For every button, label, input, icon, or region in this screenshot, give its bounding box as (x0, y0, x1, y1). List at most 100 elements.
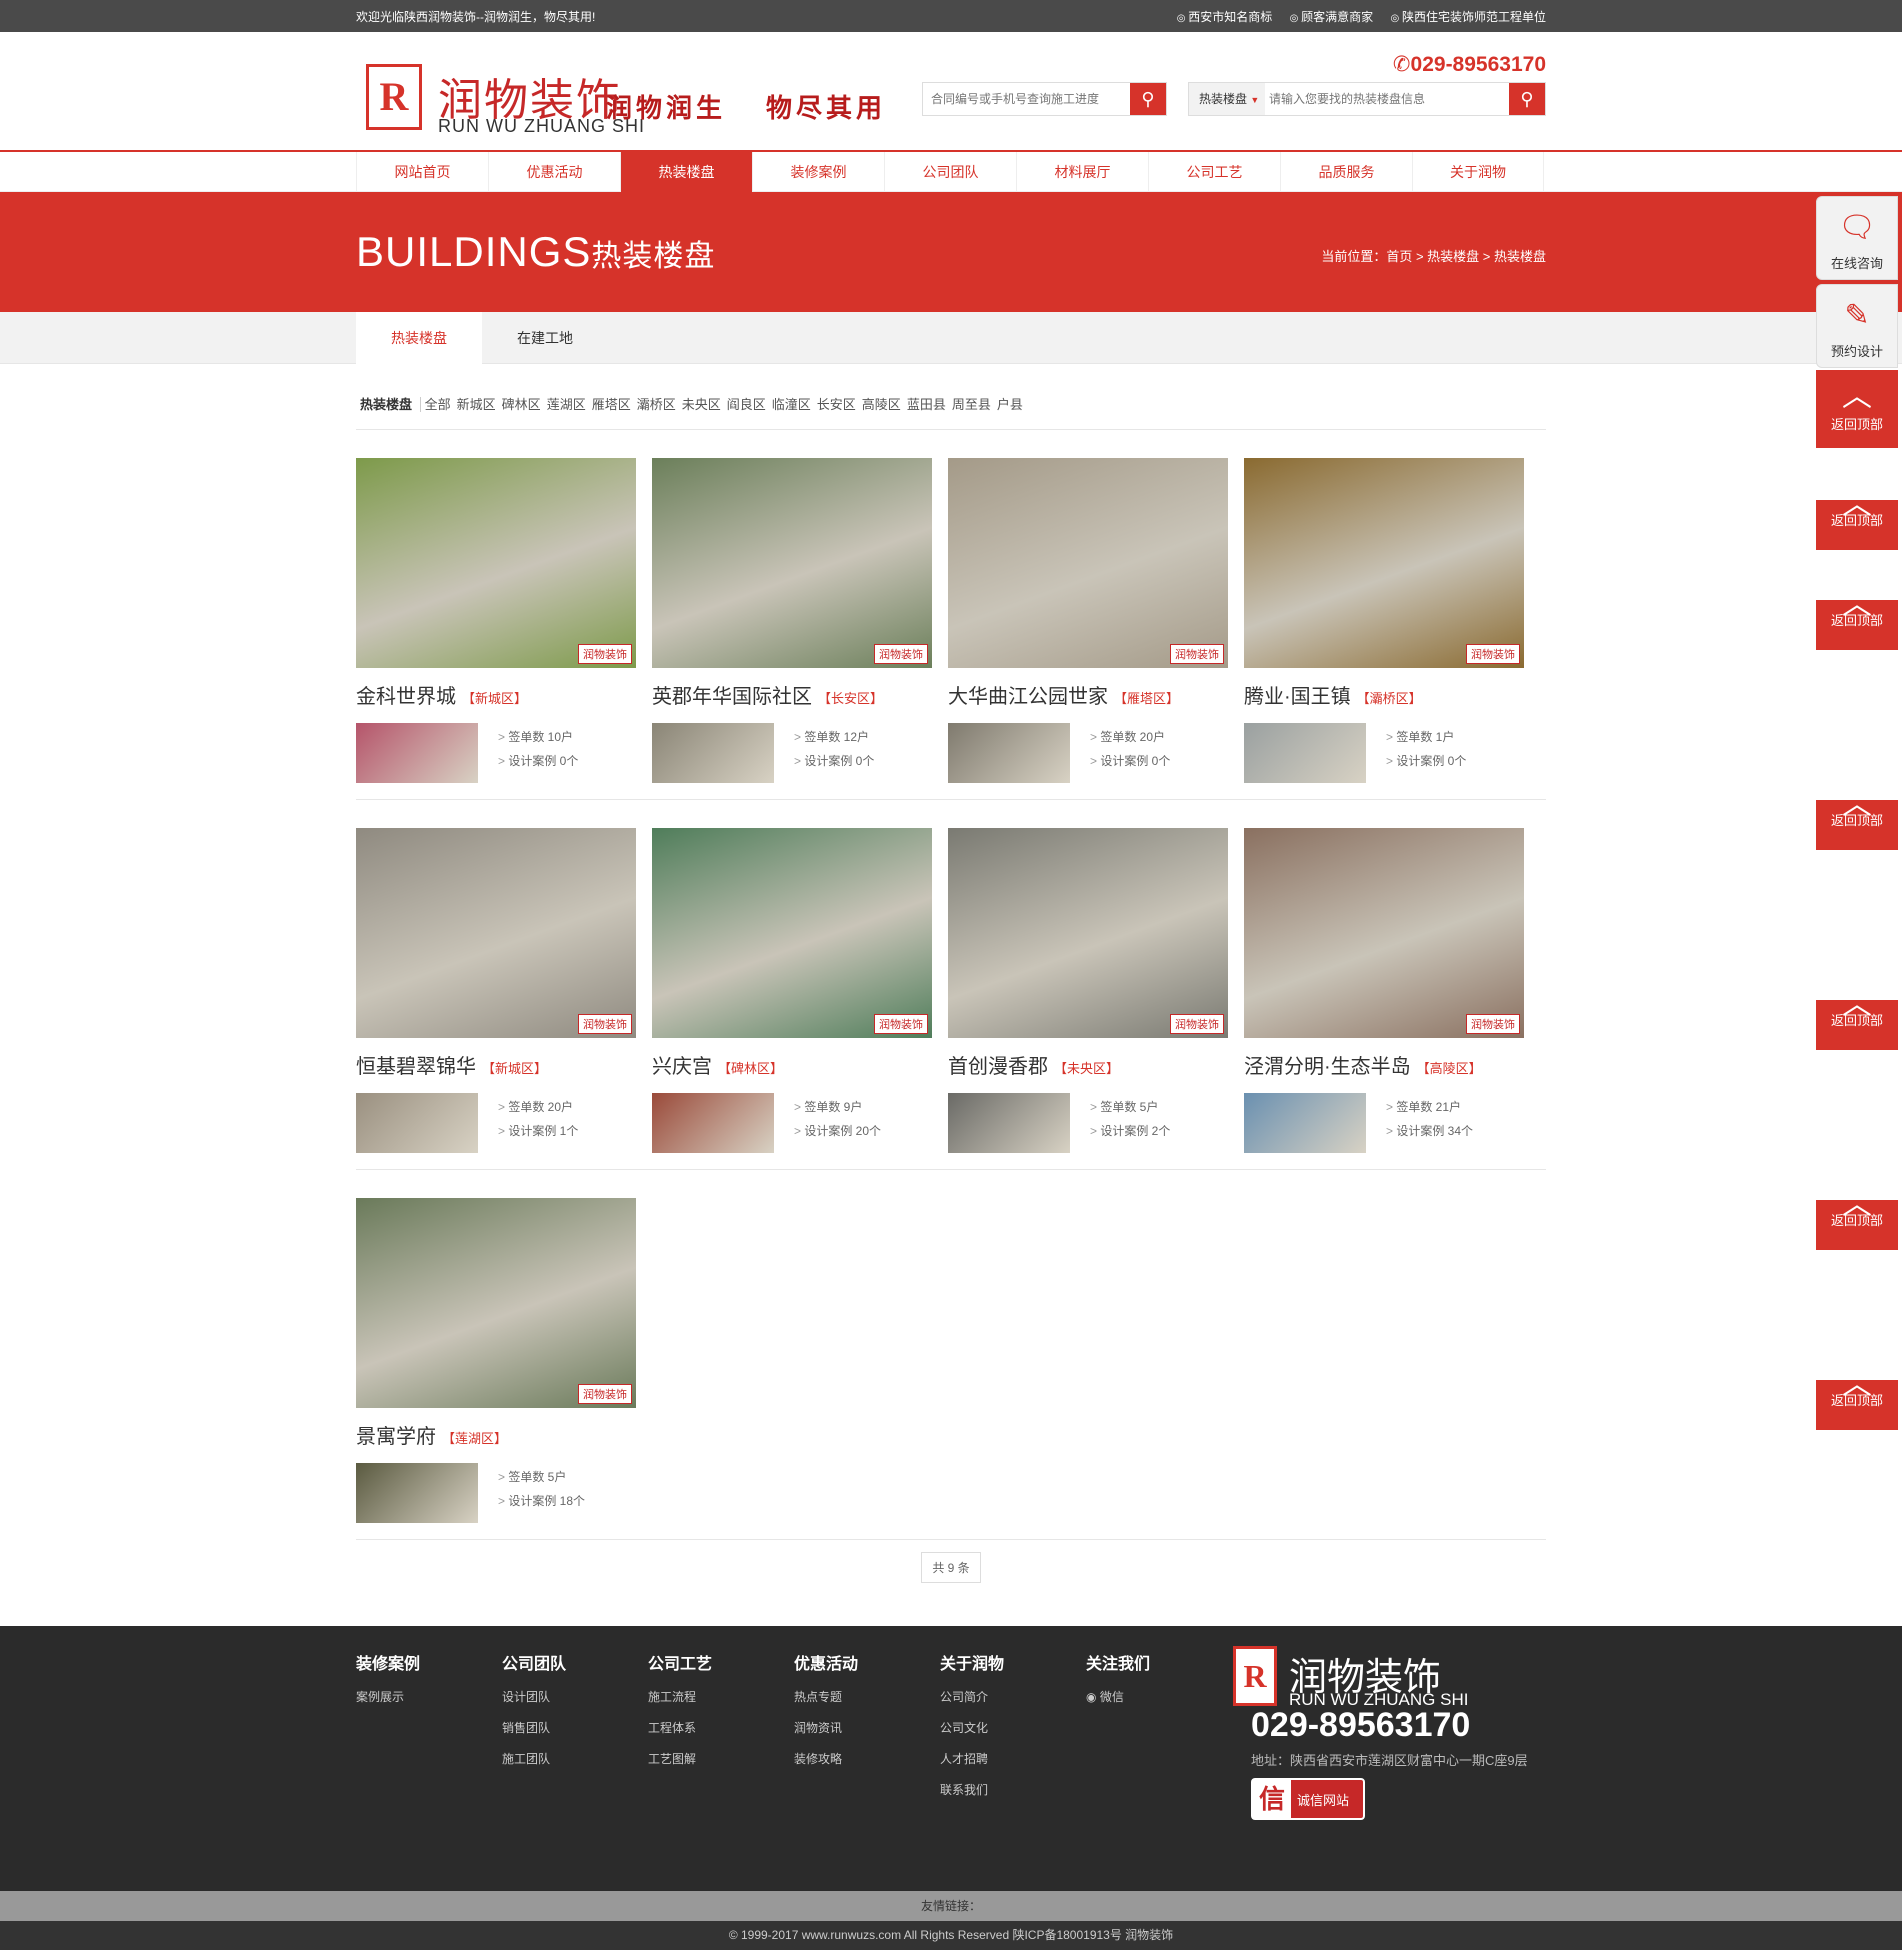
district-filter-item[interactable]: 新城区 (457, 397, 496, 412)
building-photo[interactable]: 润物装饰 (948, 458, 1228, 668)
district-filter-item[interactable]: 阎良区 (727, 397, 766, 412)
online-consult-button[interactable]: 🗨 在线咨询 (1816, 196, 1898, 280)
building-card[interactable]: 润物装饰恒基碧翠锦华【新城区】签单数 20户设计案例 1个 (356, 828, 636, 1153)
site-logo[interactable]: R 润物装饰 RUN WU ZHUANG SHI 润物润生 物尽其用 (356, 54, 896, 142)
building-card[interactable]: 润物装饰首创漫香郡【未央区】签单数 5户设计案例 2个 (948, 828, 1228, 1153)
case-count[interactable]: 设计案例 1个 (498, 1119, 578, 1143)
building-title[interactable]: 兴庆宫 (652, 1056, 712, 1078)
building-name[interactable]: 恒基碧翠锦华 【新城区】 (356, 1050, 636, 1079)
nav-item[interactable]: 优惠活动 (488, 152, 620, 192)
footer-link[interactable]: 销售团队 (502, 1719, 566, 1736)
building-title[interactable]: 景寓学府 (356, 1426, 436, 1448)
footer-link-label[interactable]: 工艺图解 (648, 1752, 696, 1766)
building-thumb[interactable] (1244, 723, 1366, 783)
footer-link[interactable]: 工艺图解 (648, 1750, 712, 1767)
district-filter-item[interactable]: 蓝田县 (907, 397, 946, 412)
footer-link-label[interactable]: 设计团队 (502, 1690, 550, 1704)
building-photo[interactable]: 润物装饰 (948, 828, 1228, 1038)
footer-link-label[interactable]: 热点专题 (794, 1690, 842, 1704)
footer-link[interactable]: 润物资讯 (794, 1719, 858, 1736)
building-card[interactable]: 润物装饰大华曲江公园世家【雁塔区】签单数 20户设计案例 0个 (948, 458, 1228, 783)
nav-item[interactable]: 材料展厅 (1016, 152, 1148, 192)
building-card[interactable]: 润物装饰金科世界城【新城区】签单数 10户设计案例 0个 (356, 458, 636, 783)
search-category-select[interactable]: 热装楼盘 ▼ (1189, 83, 1265, 115)
case-count[interactable]: 设计案例 0个 (1090, 749, 1170, 773)
building-name[interactable]: 首创漫香郡 【未央区】 (948, 1050, 1228, 1079)
building-card[interactable]: 润物装饰英郡年华国际社区【长安区】签单数 12户设计案例 0个 (652, 458, 932, 783)
building-card[interactable]: 润物装饰兴庆宫【碑林区】签单数 9户设计案例 20个 (652, 828, 932, 1153)
case-count[interactable]: 设计案例 20个 (794, 1119, 881, 1143)
building-thumb[interactable] (1244, 1093, 1366, 1153)
district-filter-item[interactable]: 周至县 (952, 397, 991, 412)
building-name[interactable]: 景寓学府 【莲湖区】 (356, 1420, 636, 1449)
footer-link[interactable]: 公司文化 (940, 1719, 1004, 1736)
progress-search-input[interactable] (923, 83, 1130, 115)
footer-link[interactable]: 热点专题 (794, 1688, 858, 1705)
nav-item[interactable]: 热装楼盘 (620, 152, 752, 192)
building-name[interactable]: 金科世界城 【新城区】 (356, 680, 636, 709)
building-card[interactable]: 润物装饰泾渭分明·生态半岛【高陵区】签单数 21户设计案例 34个 (1244, 828, 1524, 1153)
building-title[interactable]: 金科世界城 (356, 686, 456, 708)
footer-link[interactable]: 工程体系 (648, 1719, 712, 1736)
nav-item[interactable]: 网站首页 (356, 152, 488, 192)
tab-construction-sites[interactable]: 在建工地 (482, 312, 608, 364)
building-title[interactable]: 大华曲江公园世家 (948, 686, 1108, 708)
district-filter-item[interactable]: 莲湖区 (547, 397, 586, 412)
district-filter-item[interactable]: 碑林区 (502, 397, 541, 412)
trust-badge[interactable]: 信诚信网站 (1251, 1778, 1365, 1820)
building-photo[interactable]: 润物装饰 (356, 458, 636, 668)
breadcrumb[interactable]: 当前位置：首页 > 热装楼盘 > 热装楼盘 (1321, 246, 1546, 265)
back-to-top-button[interactable]: ︿ 返回顶部 (1816, 790, 1898, 850)
nav-item[interactable]: 品质服务 (1280, 152, 1412, 192)
building-thumb[interactable] (356, 1463, 478, 1523)
building-thumb[interactable] (356, 1093, 478, 1153)
footer-link-label[interactable]: 施工团队 (502, 1752, 550, 1766)
building-photo[interactable]: 润物装饰 (1244, 458, 1524, 668)
building-card[interactable]: 润物装饰腾业·国王镇【灞桥区】签单数 1户设计案例 0个 (1244, 458, 1524, 783)
footer-link[interactable]: 装修攻略 (794, 1750, 858, 1767)
building-title[interactable]: 恒基碧翠锦华 (356, 1056, 476, 1078)
footer-link-label[interactable]: 人才招聘 (940, 1752, 988, 1766)
building-name[interactable]: 兴庆宫 【碑林区】 (652, 1050, 932, 1079)
district-filter-item[interactable]: 灞桥区 (637, 397, 676, 412)
footer-link-label[interactable]: 公司文化 (940, 1721, 988, 1735)
footer-link[interactable]: 人才招聘 (940, 1750, 1004, 1767)
district-filter-item[interactable]: 临潼区 (772, 397, 811, 412)
back-to-top-button[interactable]: ︿ 返回顶部 (1816, 370, 1898, 448)
search-icon[interactable]: ⚲ (1509, 83, 1545, 115)
nav-item[interactable]: 公司工艺 (1148, 152, 1280, 192)
case-count[interactable]: 设计案例 34个 (1386, 1119, 1473, 1143)
building-title[interactable]: 英郡年华国际社区 (652, 686, 812, 708)
building-thumb[interactable] (652, 723, 774, 783)
building-thumb[interactable] (652, 1093, 774, 1153)
building-name[interactable]: 大华曲江公园世家 【雁塔区】 (948, 680, 1228, 709)
footer-link-label[interactable]: 装修攻略 (794, 1752, 842, 1766)
tab-hot-buildings[interactable]: 热装楼盘 (356, 312, 482, 365)
footer-link[interactable]: 公司简介 (940, 1688, 1004, 1705)
building-thumb[interactable] (356, 723, 478, 783)
district-filter-item[interactable]: 户县 (997, 397, 1023, 412)
footer-link[interactable]: 施工流程 (648, 1688, 712, 1705)
building-name[interactable]: 泾渭分明·生态半岛 【高陵区】 (1244, 1050, 1524, 1079)
footer-link-label[interactable]: 联系我们 (940, 1783, 988, 1797)
building-name[interactable]: 英郡年华国际社区 【长安区】 (652, 680, 932, 709)
building-thumb[interactable] (948, 723, 1070, 783)
footer-link[interactable]: 案例展示 (356, 1688, 420, 1705)
building-card[interactable]: 润物装饰景寓学府【莲湖区】签单数 5户设计案例 18个 (356, 1198, 636, 1523)
building-photo[interactable]: 润物装饰 (652, 458, 932, 668)
nav-item[interactable]: 关于润物 (1412, 152, 1544, 192)
book-design-button[interactable]: ✎ 预约设计 (1816, 284, 1898, 368)
back-to-top-button[interactable]: ︿ 返回顶部 (1816, 1190, 1898, 1250)
building-name[interactable]: 腾业·国王镇 【灞桥区】 (1244, 680, 1524, 709)
footer-link-label[interactable]: 案例展示 (356, 1690, 404, 1704)
footer-link[interactable]: 设计团队 (502, 1688, 566, 1705)
back-to-top-button[interactable]: ︿ 返回顶部 (1816, 490, 1898, 550)
footer-link[interactable]: 施工团队 (502, 1750, 566, 1767)
building-photo[interactable]: 润物装饰 (356, 828, 636, 1038)
footer-link-label[interactable]: 销售团队 (502, 1721, 550, 1735)
case-count[interactable]: 设计案例 0个 (794, 749, 874, 773)
building-title[interactable]: 泾渭分明·生态半岛 (1244, 1056, 1411, 1078)
district-filter-item[interactable]: 未央区 (682, 397, 721, 412)
back-to-top-button[interactable]: ︿ 返回顶部 (1816, 990, 1898, 1050)
building-thumb[interactable] (948, 1093, 1070, 1153)
